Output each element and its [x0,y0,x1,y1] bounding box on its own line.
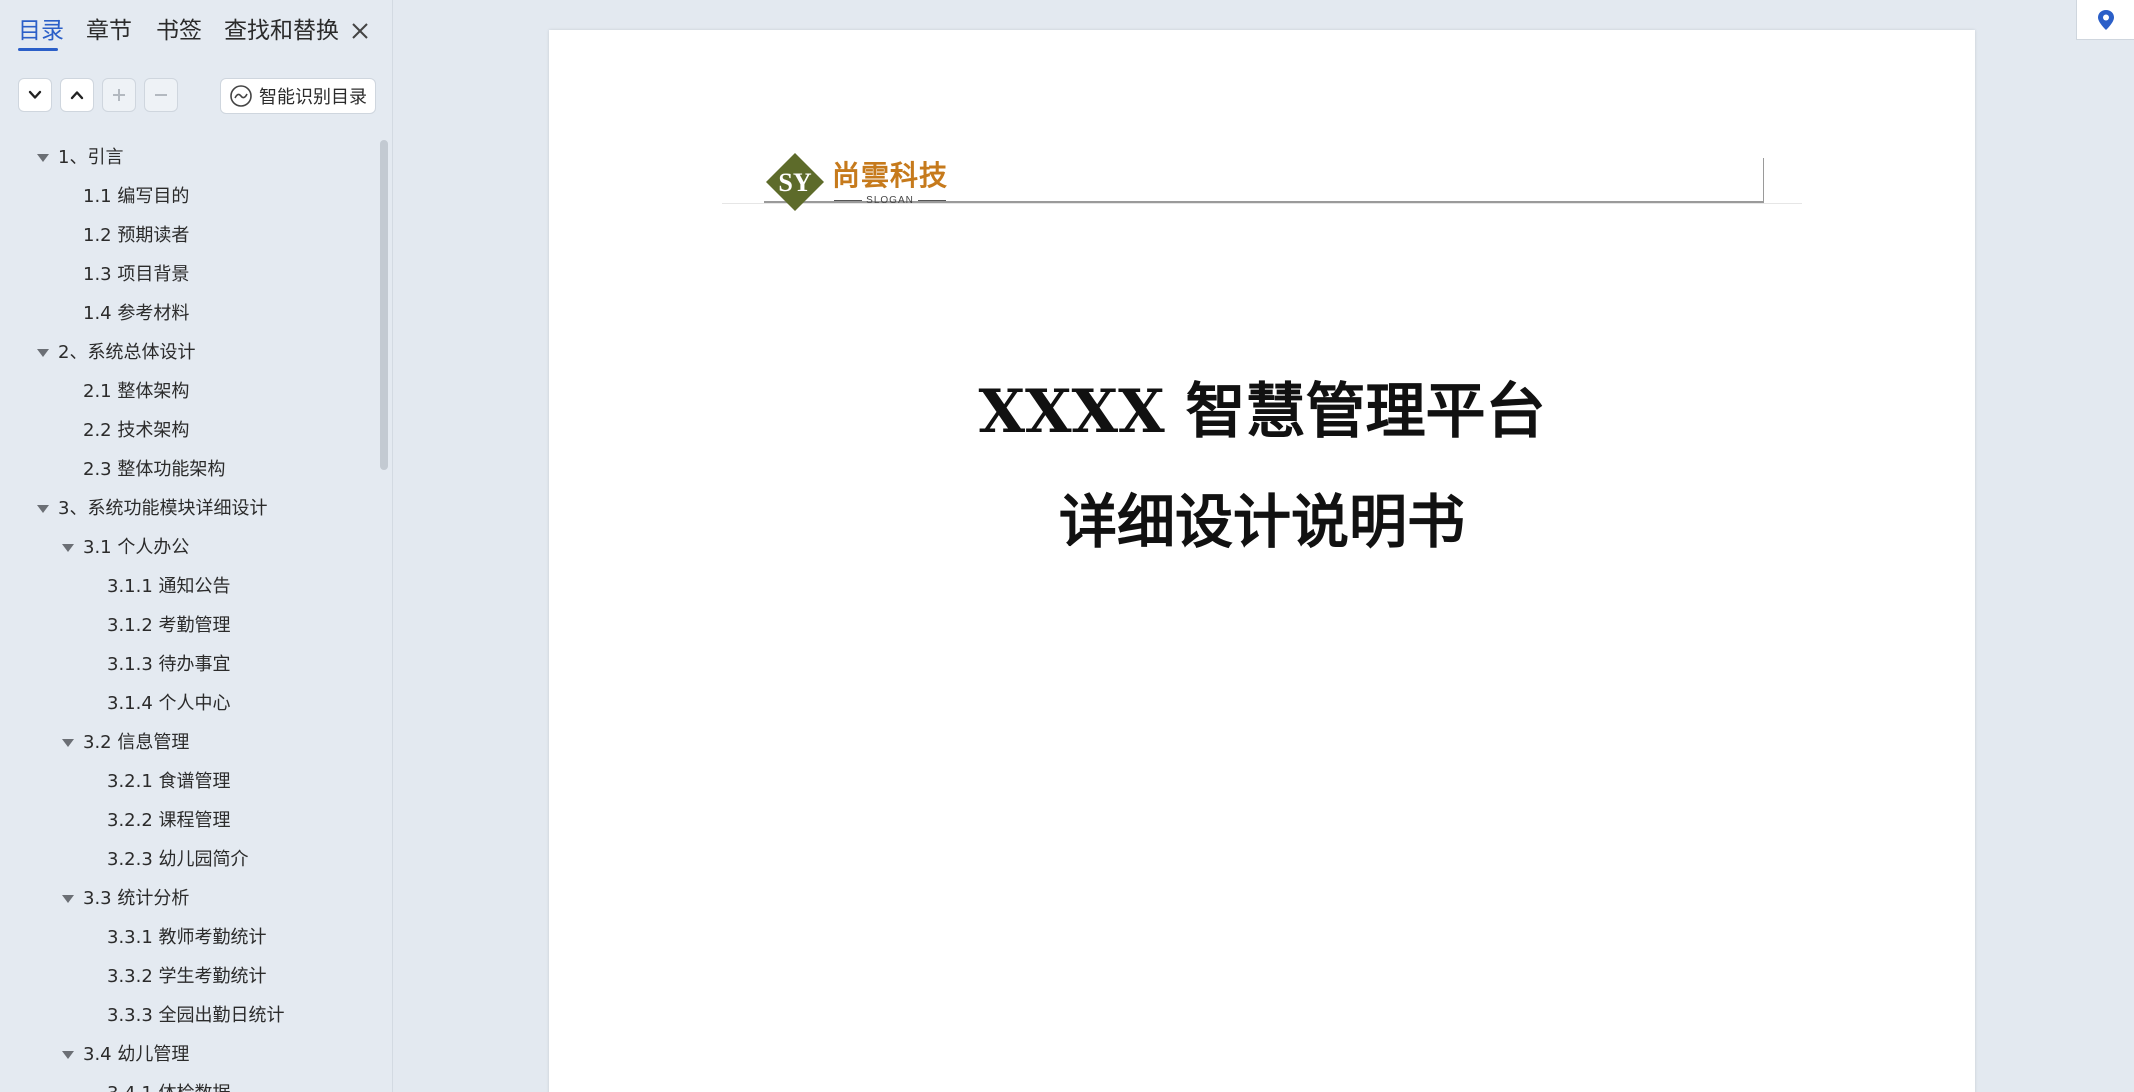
collapse-all-button[interactable] [60,78,94,112]
toc-item-label: 2、系统总体设计 [58,342,196,363]
add-heading-button[interactable] [102,78,136,112]
toc-item-label: 3.2.2 课程管理 [107,810,231,831]
toc-item[interactable]: 3.1 个人办公 [0,528,380,567]
toc-item[interactable]: 2.1 整体架构 [0,372,380,411]
toc-item[interactable]: 3.2.2 课程管理 [0,801,380,840]
slogan-rule-right [917,199,946,201]
logo-brand-text: 尚雲科技 [832,158,949,192]
chevron-up-icon [70,91,84,100]
toc-item-label: 3.4.1 体检数据 [107,1074,231,1092]
toc-item[interactable]: 1.2 预期读者 [0,216,380,255]
toc-item[interactable]: 3.1.4 个人中心 [0,684,380,723]
toc-item[interactable]: 3.2.3 幼儿园简介 [0,840,380,879]
toc-item[interactable]: 3.1.3 待办事宜 [0,645,380,684]
toc-item-label: 3.3 统计分析 [83,888,190,909]
toc-item[interactable]: 3.3.3 全园出勤日统计 [0,996,380,1035]
document-subtitle: 详细设计说明书 [1058,488,1465,556]
smart-recognize-toc-button[interactable]: 智能识别目录 [220,78,376,114]
smart-recognize-icon [230,85,252,107]
toc-item-label: 3.2 信息管理 [83,732,190,753]
toc-item-label: 2.1 整体架构 [83,381,190,402]
close-icon [352,23,368,39]
toc-item[interactable]: 3.2 信息管理 [0,723,380,762]
toc-item-label: 1.2 预期读者 [83,225,190,246]
toc-item[interactable]: 3.3.1 教师考勤统计 [0,918,380,957]
toc-item-label: 3.4 幼儿管理 [83,1044,190,1065]
toc-tree: 1、引言 1.1 编写目的 1.2 预期读者 1.3 项目背景 1.4 参考材料 2、系统… [0,138,380,1092]
toc-item-label: 3.1.4 个人中心 [107,693,231,714]
smart-recognize-label: 智能识别目录 [259,87,367,108]
toc-item[interactable]: 1.3 项目背景 [0,255,380,294]
location-pin-icon [2097,9,2114,30]
tab-toc[interactable]: 目录 [18,14,64,48]
toc-item[interactable]: 2、系统总体设计 [0,333,380,372]
toc-item[interactable]: 3、系统功能模块详细设计 [0,489,380,528]
toc-item-label: 3.3.1 教师考勤统计 [107,927,267,948]
location-button[interactable] [2076,0,2134,40]
toc-item-label: 2.2 技术架构 [83,420,190,441]
toc-item-label: 3.1.2 考勤管理 [107,615,231,636]
caret-down-icon[interactable] [37,154,49,162]
toc-item-label: 3.3.3 全园出勤日统计 [107,1005,285,1026]
toc-item-label: 3.2.1 食谱管理 [107,771,231,792]
tab-find-replace[interactable]: 查找和替换 [224,14,339,48]
toc-item-label: 3.1.1 通知公告 [107,576,231,597]
tab-chapters[interactable]: 章节 [86,14,132,48]
toc-item-label: 3.2.3 幼儿园简介 [107,849,249,870]
toc-item[interactable]: 1、引言 [0,138,380,177]
toc-item-label: 3.1.3 待办事宜 [107,654,231,675]
caret-down-icon[interactable] [62,544,74,552]
close-panel-button[interactable] [345,16,375,46]
minus-icon [155,94,167,96]
active-tab-indicator [18,48,58,51]
remove-heading-button[interactable] [144,78,178,112]
toc-item-label: 3.1 个人办公 [83,537,190,558]
toc-item[interactable]: 3.3.2 学生考勤统计 [0,957,380,996]
company-logo: SY 尚雲科技 SLOGAN [764,134,964,230]
toc-item[interactable]: 3.3 统计分析 [0,879,380,918]
document-canvas[interactable]: SY 尚雲科技 SLOGAN XXXX 智慧管理平台 详细设计说明书 [393,0,2134,1092]
logo-slogan: SLOGAN [866,194,914,206]
slogan-rule-left [834,199,863,201]
toc-item[interactable]: 2.2 技术架构 [0,411,380,450]
toc-item-label: 1.4 参考材料 [83,303,190,324]
caret-down-icon[interactable] [62,1051,74,1059]
toc-item-label: 1.1 编写目的 [83,186,190,207]
document-title: XXXX 智慧管理平台 [978,377,1546,447]
toc-item-label: 1、引言 [58,147,124,168]
toc-item[interactable]: 3.1.1 通知公告 [0,567,380,606]
toc-item[interactable]: 3.1.2 考勤管理 [0,606,380,645]
caret-down-icon[interactable] [62,895,74,903]
caret-down-icon[interactable] [37,505,49,513]
toc-item[interactable]: 2.3 整体功能架构 [0,450,380,489]
navigation-panel: 目录 章节 书签 查找和替换 智能识别目录 1、引言 1.1 编写目的 1.2 … [0,0,393,1092]
wps-writer-window: 目录 章节 书签 查找和替换 智能识别目录 1、引言 1.1 编写目的 1.2 … [0,0,2134,1092]
toc-item[interactable]: 3.4.1 体检数据 [0,1074,380,1092]
document-page[interactable]: SY 尚雲科技 SLOGAN XXXX 智慧管理平台 详细设计说明书 [549,30,1975,1092]
toc-item[interactable]: 3.4 幼儿管理 [0,1035,380,1074]
caret-down-icon[interactable] [37,349,49,357]
toc-item-label: 2.3 整体功能架构 [83,459,226,480]
toc-item[interactable]: 1.1 编写目的 [0,177,380,216]
toc-item-label: 3、系统功能模块详细设计 [58,498,268,519]
caret-down-icon[interactable] [62,739,74,747]
logo-seal-icon: SY [766,153,824,211]
expand-all-button[interactable] [18,78,52,112]
chevron-down-icon [28,90,42,99]
plus-icon [113,89,125,101]
tab-bookmarks[interactable]: 书签 [156,14,202,48]
toc-item-label: 3.3.2 学生考勤统计 [107,966,267,987]
logo-seal-text: SY [778,168,811,197]
toc-item[interactable]: 3.2.1 食谱管理 [0,762,380,801]
toc-item[interactable]: 1.4 参考材料 [0,294,380,333]
toc-scrollbar[interactable] [380,140,388,470]
toc-item-label: 1.3 项目背景 [83,264,190,285]
